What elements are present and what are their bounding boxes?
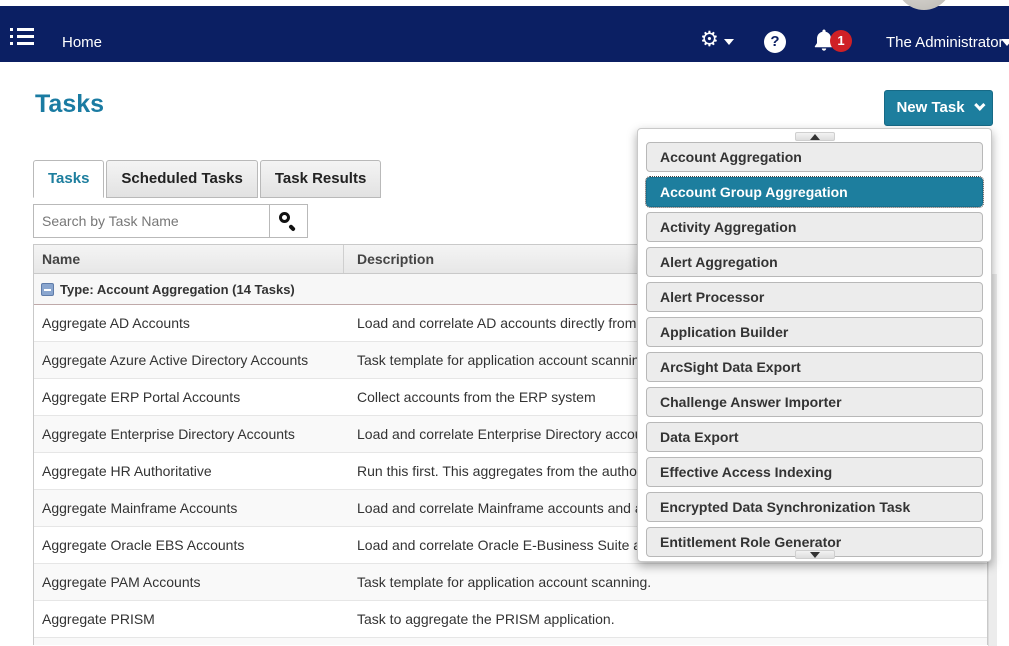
- task-name-cell[interactable]: Aggregate AD Accounts: [34, 305, 344, 341]
- task-name-cell[interactable]: Aggregate Azure Active Directory Account…: [34, 342, 344, 378]
- task-name-cell[interactable]: Aggregate ERP Portal Accounts: [34, 379, 344, 415]
- chevron-down-icon: [724, 39, 734, 45]
- help-icon[interactable]: ?: [764, 31, 786, 53]
- task-name-cell[interactable]: Aggregate PAM Accounts: [34, 564, 344, 600]
- task-name-cell[interactable]: Aggregate Enterprise Directory Accounts: [34, 416, 344, 452]
- arrow-down-icon: [810, 552, 820, 558]
- table-row-partial: [34, 638, 987, 645]
- settings-menu[interactable]: ⚙: [700, 30, 734, 51]
- task-description-cell: Task to aggregate the PRISM application.: [344, 601, 987, 637]
- table-row[interactable]: Aggregate PAM Accounts Task template for…: [34, 564, 987, 601]
- task-name-cell[interactable]: Aggregate Mainframe Accounts: [34, 490, 344, 526]
- task-description-cell: Task template for application account sc…: [344, 564, 987, 600]
- notifications-button[interactable]: 1: [812, 28, 836, 54]
- task-name-cell[interactable]: Aggregate Oracle EBS Accounts: [34, 527, 344, 563]
- dropdown-item[interactable]: Effective Access Indexing: [646, 457, 983, 487]
- dropdown-item[interactable]: Application Builder: [646, 317, 983, 347]
- chevron-down-icon: [974, 100, 985, 111]
- dropdown-item[interactable]: Account Aggregation: [646, 142, 983, 172]
- tab[interactable]: Task Results: [260, 160, 381, 198]
- scroll-down-button[interactable]: [795, 550, 835, 559]
- dropdown-item[interactable]: Data Export: [646, 422, 983, 452]
- menu-list-icon[interactable]: [10, 27, 34, 47]
- column-header-name[interactable]: Name: [34, 245, 344, 273]
- table-row[interactable]: Aggregate PRISM Task to aggregate the PR…: [34, 601, 987, 638]
- dropdown-item[interactable]: Alert Aggregation: [646, 247, 983, 277]
- dropdown-item[interactable]: Account Group Aggregation: [646, 177, 983, 207]
- dropdown-item[interactable]: Challenge Answer Importer: [646, 387, 983, 417]
- navbar: Home ⚙ ? 1 The Administrator: [0, 6, 1009, 62]
- dropdown-item[interactable]: ArcSight Data Export: [646, 352, 983, 382]
- arrow-up-icon: [810, 134, 820, 140]
- dropdown-item[interactable]: Encrypted Data Synchronization Task: [646, 492, 983, 522]
- task-name-cell[interactable]: Aggregate HR Authoritative: [34, 453, 344, 489]
- tab-strip: Tasks Scheduled Tasks Task Results: [33, 160, 383, 198]
- user-caret-icon: [1001, 39, 1009, 46]
- page-title: Tasks: [35, 90, 104, 119]
- collapse-icon[interactable]: [41, 283, 54, 296]
- nav-home-link[interactable]: Home: [62, 34, 102, 51]
- scroll-up-button[interactable]: [795, 132, 835, 141]
- new-task-button[interactable]: New Task: [884, 90, 993, 126]
- app-root: { "topbar": { "home_label": "Home", "use…: [0, 0, 1009, 646]
- search-button[interactable]: [269, 204, 308, 238]
- dropdown-item[interactable]: Alert Processor: [646, 282, 983, 312]
- group-header-label: Type: Account Aggregation (14 Tasks): [60, 282, 295, 297]
- user-menu[interactable]: The Administrator: [886, 34, 1004, 51]
- gear-icon: ⚙: [700, 30, 719, 50]
- dropdown-item[interactable]: Activity Aggregation: [646, 212, 983, 242]
- new-task-dropdown: Account Aggregation Account Group Aggreg…: [637, 128, 992, 562]
- search-icon: [279, 212, 297, 230]
- search-input[interactable]: [33, 204, 270, 238]
- tab[interactable]: Scheduled Tasks: [106, 160, 257, 198]
- task-name-cell[interactable]: Aggregate PRISM: [34, 601, 344, 637]
- tab[interactable]: Tasks: [33, 160, 104, 198]
- notification-badge: 1: [830, 30, 852, 52]
